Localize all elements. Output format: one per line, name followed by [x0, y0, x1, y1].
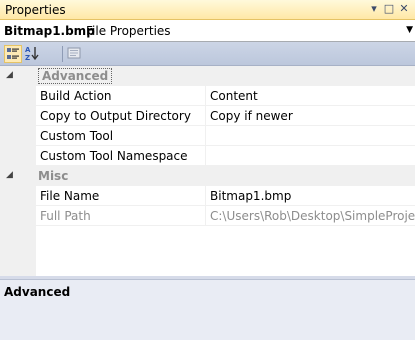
window-title: Properties [5, 3, 66, 17]
column-divider [205, 146, 206, 166]
property-value[interactable]: Bitmap1.bmp [210, 189, 291, 203]
column-divider [205, 186, 206, 206]
column-divider [205, 86, 206, 106]
category-misc[interactable]: ◢ Misc [0, 166, 415, 186]
category-label: Advanced [38, 68, 113, 84]
maximize-icon[interactable]: □ [383, 2, 395, 16]
collapse-arrow-icon[interactable]: ◢ [6, 170, 13, 180]
property-name: File Name [40, 189, 100, 203]
svg-text:A: A [25, 46, 31, 54]
description-pane: Advanced [0, 279, 415, 340]
property-pages-icon [67, 47, 81, 59]
property-name: Custom Tool [40, 129, 114, 143]
property-row-copy-to-output[interactable]: Copy to Output Directory Copy if newer [0, 106, 415, 126]
category-advanced[interactable]: ◢ Advanced [0, 66, 415, 86]
property-pages-button[interactable] [66, 45, 84, 63]
categorized-icon [7, 48, 19, 59]
property-row-custom-tool[interactable]: Custom Tool [0, 126, 415, 146]
column-divider [205, 126, 206, 146]
title-bar[interactable]: Properties ▾ □ ✕ [0, 0, 415, 20]
property-row-build-action[interactable]: Build Action Content [0, 86, 415, 106]
property-row-custom-tool-namespace[interactable]: Custom Tool Namespace [0, 146, 415, 166]
property-grid: ◢ Advanced Build Action Content Copy to … [0, 66, 415, 276]
description-title: Advanced [4, 285, 71, 299]
toolbar: A Z [0, 42, 415, 66]
collapse-arrow-icon[interactable]: ◢ [6, 70, 13, 80]
property-row-full-path[interactable]: Full Path C:\Users\Rob\Desktop\SimplePro… [0, 206, 415, 226]
properties-window: Properties ▾ □ ✕ Bitmap1.bmp File Proper… [0, 0, 415, 340]
property-name: Build Action [40, 89, 112, 103]
dropdown-arrow-icon[interactable]: ▼ [406, 25, 413, 35]
property-name: Full Path [40, 209, 91, 223]
close-icon[interactable]: ✕ [398, 2, 410, 16]
property-row-file-name[interactable]: File Name Bitmap1.bmp [0, 186, 415, 206]
property-value[interactable]: Copy if newer [210, 109, 293, 123]
alphabetical-button[interactable]: A Z [24, 45, 42, 63]
column-divider [205, 106, 206, 126]
category-label: Misc [38, 169, 69, 183]
categorized-button[interactable] [4, 45, 22, 63]
property-name: Custom Tool Namespace [40, 149, 188, 163]
object-type: File Properties [86, 24, 171, 38]
svg-text:Z: Z [25, 54, 30, 61]
property-name: Copy to Output Directory [40, 109, 191, 123]
object-selector[interactable]: Bitmap1.bmp File Properties ▼ [0, 20, 415, 42]
pin-dropdown-icon[interactable]: ▾ [368, 2, 380, 16]
property-value[interactable]: C:\Users\Rob\Desktop\SimpleProjec [210, 209, 415, 223]
property-value[interactable]: Content [210, 89, 258, 103]
sort-az-icon: A Z [25, 46, 39, 62]
object-name: Bitmap1.bmp [4, 24, 95, 38]
toolbar-separator [62, 46, 63, 62]
column-divider [205, 206, 206, 226]
